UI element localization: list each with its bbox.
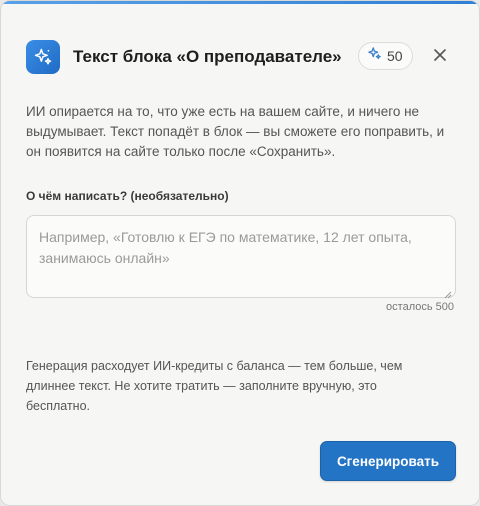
- prompt-field-label: О чём написать? (необязательно): [26, 189, 229, 203]
- credits-badge: 50: [358, 42, 413, 70]
- dialog-header: Текст блока «О преподавателе» 50: [26, 40, 454, 74]
- dialog-title: Текст блока «О преподавателе»: [73, 47, 342, 66]
- resize-handle-icon[interactable]: [444, 286, 452, 299]
- prompt-textarea[interactable]: [27, 216, 455, 297]
- ai-sparkle-icon: [26, 40, 60, 74]
- credits-count: 50: [387, 48, 403, 64]
- sparkle-icon: [367, 46, 382, 66]
- generate-button[interactable]: Сгенерировать: [320, 441, 456, 481]
- ai-text-dialog: Текст блока «О преподавателе» 50 ИИ опир…: [0, 0, 480, 506]
- close-button[interactable]: [431, 48, 449, 66]
- char-counter: осталось 500: [386, 301, 454, 313]
- intro-text: ИИ опирается на то, что уже есть на ваше…: [26, 104, 445, 159]
- top-accent-bar: [1, 1, 479, 4]
- prompt-field-container: [26, 215, 456, 299]
- close-icon[interactable]: [434, 48, 446, 66]
- credits-note: Генерация расходует ИИ-кредиты с баланса…: [26, 359, 403, 413]
